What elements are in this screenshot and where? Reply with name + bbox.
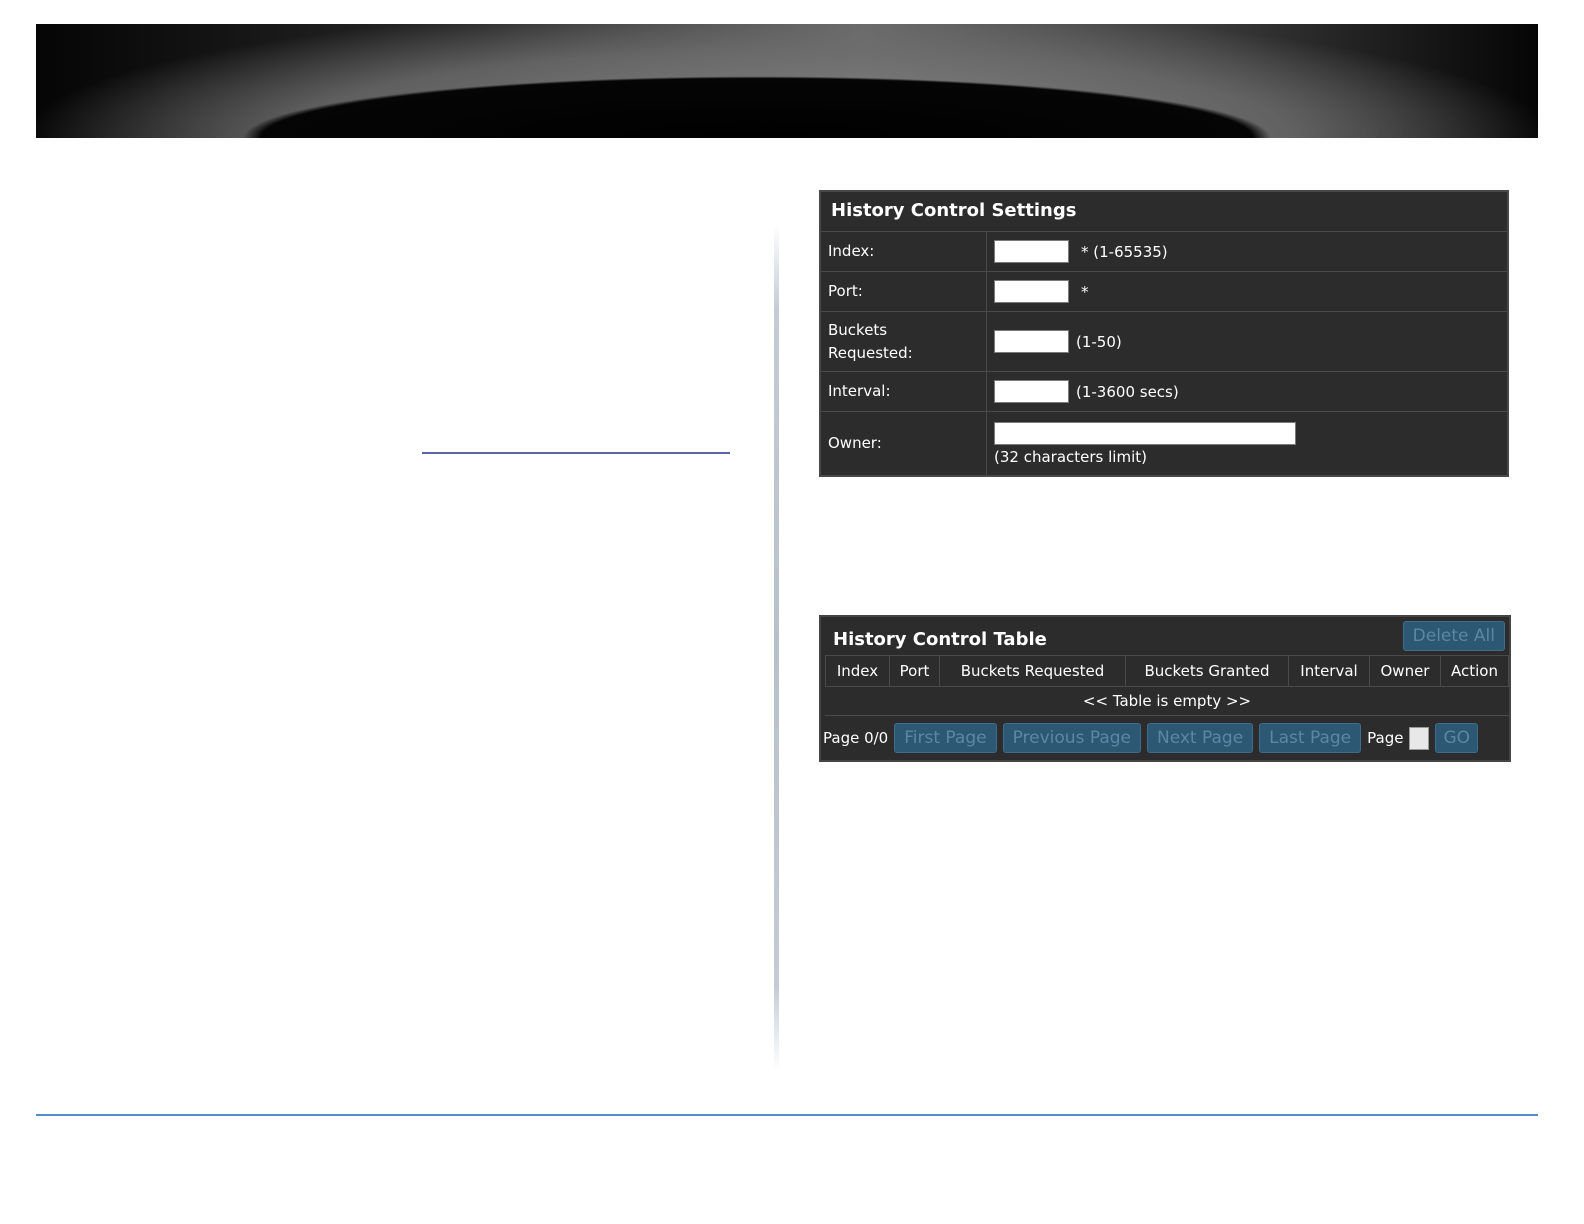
port-row: Port: * (821, 272, 1507, 312)
column-header-buckets-granted: Buckets Granted (1126, 656, 1289, 686)
index-input[interactable] (994, 240, 1069, 263)
go-button[interactable]: GO (1435, 723, 1479, 753)
buckets-requested-label: Buckets Requested: (821, 312, 987, 371)
column-header-port: Port (890, 656, 940, 686)
page-jump-label: Page (1367, 729, 1404, 747)
interval-row: Interval: (1-3600 secs) (821, 372, 1507, 412)
table-empty-message: << Table is empty >> (825, 687, 1509, 716)
owner-row: Owner: (32 characters limit) (821, 412, 1507, 475)
page-status: Page 0/0 (823, 729, 889, 747)
index-hint: * (1-65535) (1081, 242, 1168, 261)
index-row: Index: * (1-65535) (821, 232, 1507, 272)
history-control-settings-panel: History Control Settings Index: * (1-655… (819, 190, 1509, 477)
pagination-bar: Page 0/0 First Page Previous Page Next P… (821, 716, 1509, 760)
settings-title: History Control Settings (821, 192, 1507, 232)
history-control-table-panel: History Control Table Delete All Index P… (819, 615, 1511, 762)
first-page-button[interactable]: First Page (894, 723, 997, 753)
buckets-requested-hint: (1-50) (1076, 332, 1122, 351)
port-label: Port: (821, 272, 987, 311)
page-jump-input[interactable] (1409, 726, 1430, 750)
footer-divider (36, 1114, 1538, 1116)
column-header-buckets-requested: Buckets Requested (940, 656, 1126, 686)
interval-hint: (1-3600 secs) (1076, 382, 1179, 401)
column-divider (774, 225, 779, 1070)
column-header-action: Action (1441, 656, 1509, 686)
header-banner (36, 24, 1538, 138)
owner-label: Owner: (821, 412, 987, 475)
column-header-owner: Owner (1370, 656, 1441, 686)
index-label: Index: (821, 232, 987, 271)
interval-input[interactable] (994, 380, 1069, 403)
table-title: History Control Table (833, 628, 1047, 650)
delete-all-button[interactable]: Delete All (1402, 621, 1505, 651)
next-page-button[interactable]: Next Page (1146, 723, 1254, 753)
interval-label: Interval: (821, 372, 987, 411)
previous-page-button[interactable]: Previous Page (1002, 723, 1141, 753)
column-header-interval: Interval (1289, 656, 1370, 686)
last-page-button[interactable]: Last Page (1259, 723, 1362, 753)
port-input[interactable] (994, 280, 1069, 303)
link-underline (422, 452, 730, 454)
buckets-requested-input[interactable] (994, 330, 1069, 353)
column-header-index: Index (826, 656, 890, 686)
owner-hint: (32 characters limit) (994, 447, 1147, 466)
buckets-requested-row: Buckets Requested: (1-50) (821, 312, 1507, 372)
owner-input[interactable] (994, 421, 1296, 445)
table-header-row: Index Port Buckets Requested Buckets Gra… (825, 655, 1509, 687)
port-hint: * (1081, 282, 1089, 301)
